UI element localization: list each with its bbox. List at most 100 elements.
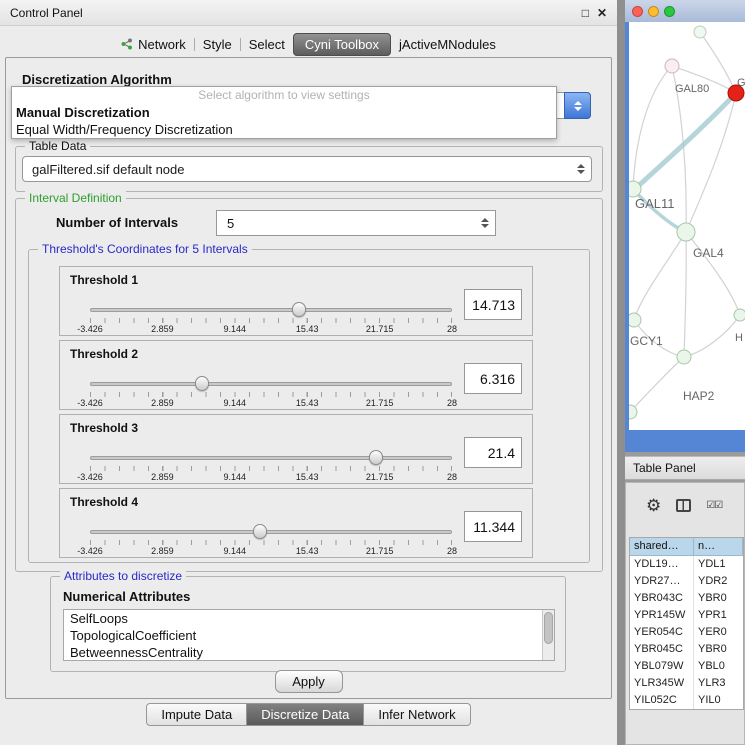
table-row[interactable]: YPR145WYPR1 — [630, 607, 743, 624]
close-traffic-icon[interactable] — [632, 6, 643, 17]
network-canvas[interactable]: GAL80 GA GAL11 GAL4 GCY1 H HAP2 — [629, 22, 745, 430]
cell: YLR345W — [630, 675, 694, 692]
threshold-value-field[interactable]: 6.316 — [464, 363, 522, 394]
tab-style[interactable]: Style — [195, 33, 240, 56]
table-row[interactable]: YBL079WYBL0 — [630, 658, 743, 675]
table-row[interactable]: YBR043CYBR0 — [630, 590, 743, 607]
chevron-down-icon — [481, 224, 489, 228]
slider-track[interactable] — [90, 530, 452, 534]
cell: YBR0 — [694, 641, 743, 658]
settings-gear-icon[interactable]: ⚙ — [646, 497, 661, 514]
scale-label: 28 — [447, 324, 457, 334]
node-label-partial-ga[interactable]: GA — [737, 77, 745, 89]
scale-label: 21.715 — [366, 546, 394, 556]
table-row[interactable]: YER054CYER0 — [630, 624, 743, 641]
table-row[interactable]: YLR345WYLR3 — [630, 675, 743, 692]
slider-track[interactable] — [90, 456, 452, 460]
list-item[interactable]: BetweennessCentrality — [64, 644, 554, 661]
interval-definition-title: Interval Definition — [25, 191, 126, 205]
cell: YPR145W — [630, 607, 694, 624]
scale-label: 15.43 — [296, 324, 319, 334]
apply-button[interactable]: Apply — [275, 670, 343, 693]
table-row[interactable]: YIL052CYIL0 — [630, 692, 743, 709]
control-panel: Control Panel □ ✕ Network Style Select C… — [0, 0, 617, 745]
scale-label: 2.859 — [151, 324, 174, 334]
cell: YPR1 — [694, 607, 743, 624]
cell: YBL0 — [694, 658, 743, 675]
float-window-icon[interactable]: □ — [582, 6, 589, 20]
table-row[interactable]: YBR045CYBR0 — [630, 641, 743, 658]
threshold-slider[interactable]: -3.426 2.859 9.144 15.43 21.715 28 — [90, 523, 452, 557]
threshold-value-field[interactable]: 21.4 — [464, 437, 522, 468]
slider-scale: -3.426 2.859 9.144 15.43 21.715 28 — [90, 398, 452, 409]
table-row[interactable]: YDR27…YDR2 — [630, 573, 743, 590]
dropdown-option-equal-width[interactable]: Equal Width/Frequency Discretization — [12, 121, 556, 138]
cell: YDR27… — [630, 573, 694, 590]
scale-label: 21.715 — [366, 324, 394, 334]
window-controls: □ ✕ — [582, 6, 607, 20]
threshold-slider[interactable]: -3.426 2.859 9.144 15.43 21.715 28 — [90, 449, 452, 483]
threshold-label: Threshold 3 — [70, 421, 138, 435]
slider-track[interactable] — [90, 308, 452, 312]
list-item[interactable]: TopologicalCoefficient — [64, 627, 554, 644]
columns-icon[interactable] — [676, 499, 691, 512]
number-of-intervals-spinner[interactable]: 5 — [216, 210, 496, 236]
tab-impute-data[interactable]: Impute Data — [146, 703, 247, 726]
scale-label: 9.144 — [224, 398, 247, 408]
list-item[interactable]: SelfLoops — [64, 610, 554, 627]
panel-title: Control Panel — [10, 6, 83, 20]
minimize-traffic-icon[interactable] — [648, 6, 659, 17]
slider-thumb[interactable] — [253, 524, 267, 539]
threshold-slider[interactable]: -3.426 2.859 9.144 15.43 21.715 28 — [90, 375, 452, 409]
table-row[interactable]: YDL19…YDL1 — [630, 556, 743, 573]
slider-scale: -3.426 2.859 9.144 15.43 21.715 28 — [90, 546, 452, 557]
scale-label: 15.43 — [296, 546, 319, 556]
node-label-gcy1[interactable]: GCY1 — [630, 334, 663, 348]
slider-thumb[interactable] — [369, 450, 383, 465]
tab-infer-network[interactable]: Infer Network — [364, 703, 470, 726]
scale-label: 2.859 — [151, 398, 174, 408]
threshold-value-field[interactable]: 11.344 — [464, 511, 522, 542]
scale-label: 28 — [447, 546, 457, 556]
table-data-combobox[interactable]: galFiltered.sif default node — [22, 156, 592, 182]
slider-thumb[interactable] — [292, 302, 306, 317]
chevron-up-icon — [577, 164, 585, 168]
node-label-gal11[interactable]: GAL11 — [635, 196, 675, 211]
cell: YER054C — [630, 624, 694, 641]
right-column: GAL80 GA GAL11 GAL4 GCY1 H HAP2 Table Pa… — [625, 0, 745, 745]
slider-track[interactable] — [90, 382, 452, 386]
spinner-arrows[interactable] — [481, 211, 489, 235]
threshold-slider[interactable]: -3.426 2.859 9.144 15.43 21.715 28 — [90, 301, 452, 335]
combobox-arrow-button[interactable] — [564, 92, 591, 119]
dropdown-option-manual[interactable]: Manual Discretization — [12, 104, 556, 121]
table-panel-header[interactable]: Table Panel — [625, 456, 745, 480]
tab-label: Cyni Toolbox — [305, 37, 379, 52]
table-panel-title: Table Panel — [633, 461, 696, 475]
tab-select[interactable]: Select — [241, 33, 293, 56]
zoom-traffic-icon[interactable] — [664, 6, 675, 17]
column-header-shared-name[interactable]: shared… — [630, 538, 694, 556]
number-of-intervals-label: Number of Intervals — [56, 215, 178, 230]
tab-discretize-data[interactable]: Discretize Data — [247, 703, 364, 726]
tab-jactivemnodules[interactable]: jActiveMNodules — [391, 33, 504, 56]
scrollbar-thumb[interactable] — [544, 612, 553, 644]
node-label-gal80[interactable]: GAL80 — [675, 83, 709, 95]
node-label-hap2[interactable]: HAP2 — [683, 389, 714, 403]
select-columns-icon[interactable]: ☑☑ — [706, 500, 722, 511]
node-label-partial-h[interactable]: H — [735, 332, 743, 344]
scale-label: 9.144 — [224, 472, 247, 482]
slider-thumb[interactable] — [195, 376, 209, 391]
list-scrollbar[interactable] — [542, 610, 554, 660]
node-label-gal4[interactable]: GAL4 — [693, 246, 724, 260]
attributes-list[interactable]: SelfLoops TopologicalCoefficient Between… — [63, 609, 555, 661]
table-header-row: shared… n… — [630, 538, 743, 556]
threshold-value-field[interactable]: 14.713 — [464, 289, 522, 320]
intervals-value: 5 — [227, 216, 234, 231]
slider-ticks — [90, 318, 452, 323]
column-header-name[interactable]: n… — [694, 538, 743, 556]
close-icon[interactable]: ✕ — [597, 6, 607, 20]
tab-network[interactable]: Network — [113, 33, 194, 56]
algorithm-dropdown-popup: Select algorithm to view settings Manual… — [11, 86, 557, 139]
tab-cyni-toolbox[interactable]: Cyni Toolbox — [293, 33, 391, 56]
scale-label: 28 — [447, 398, 457, 408]
